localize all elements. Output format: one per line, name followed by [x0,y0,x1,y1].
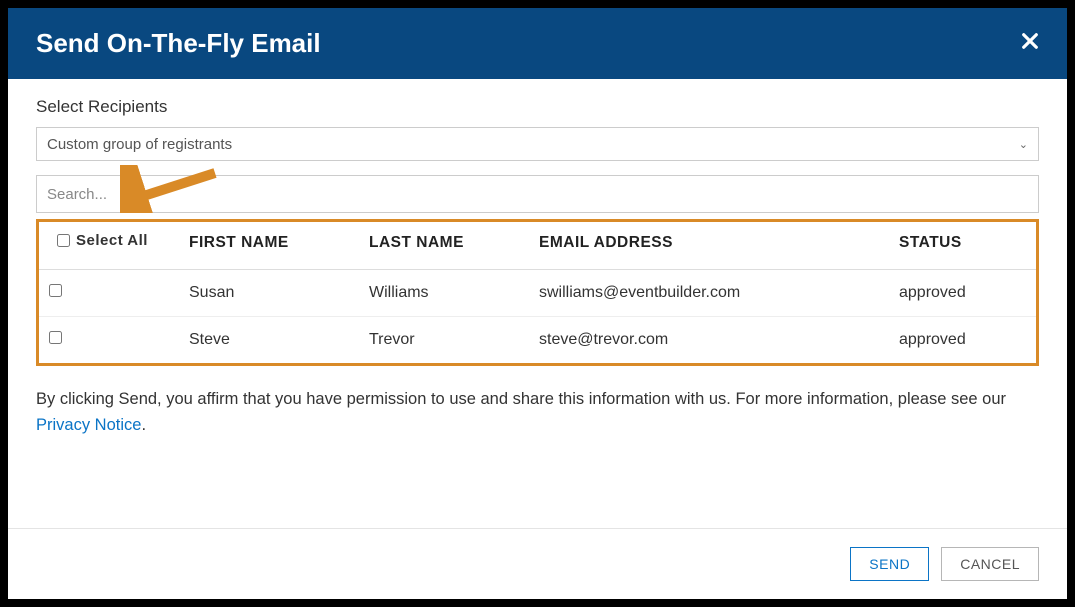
disclaimer-text: By clicking Send, you affirm that you ha… [36,386,1039,439]
recipients-select-value: Custom group of registrants [47,136,232,153]
cell-last: Trevor [359,317,529,364]
col-header-first: FIRST NAME [179,224,359,270]
col-header-last: LAST NAME [359,224,529,270]
send-button[interactable]: SEND [850,547,929,581]
registrants-highlight-box: Select All FIRST NAME LAST NAME EMAIL AD… [36,219,1039,366]
cell-first: Steve [179,317,359,364]
disclaimer-suffix: . [141,416,146,434]
cell-status: approved [889,270,1036,317]
modal-title: Send On-The-Fly Email [36,28,321,59]
modal-header: Send On-The-Fly Email [8,8,1067,79]
recipients-select[interactable]: Custom group of registrants ⌄ [36,127,1039,161]
cancel-button[interactable]: CANCEL [941,547,1039,581]
modal-frame: Send On-The-Fly Email Select Recipients … [0,0,1075,607]
search-input[interactable] [36,175,1039,213]
registrants-table: Select All FIRST NAME LAST NAME EMAIL AD… [39,224,1036,363]
modal-body: Select Recipients Custom group of regist… [8,79,1067,528]
table-row: Steve Trevor steve@trevor.com approved [39,317,1036,364]
cell-email: steve@trevor.com [529,317,889,364]
cell-first: Susan [179,270,359,317]
select-all-label: Select All [76,232,148,249]
select-all-checkbox[interactable] [57,234,70,247]
row-checkbox[interactable] [49,284,62,297]
recipients-label: Select Recipients [36,97,1039,117]
chevron-down-icon: ⌄ [1019,138,1028,151]
modal-footer: SEND CANCEL [8,528,1067,599]
col-header-status: STATUS [889,224,1036,270]
cell-status: approved [889,317,1036,364]
col-header-email: EMAIL ADDRESS [529,224,889,270]
close-icon[interactable] [1021,32,1039,55]
table-row: Susan Williams swilliams@eventbuilder.co… [39,270,1036,317]
privacy-notice-link[interactable]: Privacy Notice [36,416,141,434]
cell-last: Williams [359,270,529,317]
cell-email: swilliams@eventbuilder.com [529,270,889,317]
row-checkbox[interactable] [49,331,62,344]
disclaimer-prefix: By clicking Send, you affirm that you ha… [36,390,1006,408]
